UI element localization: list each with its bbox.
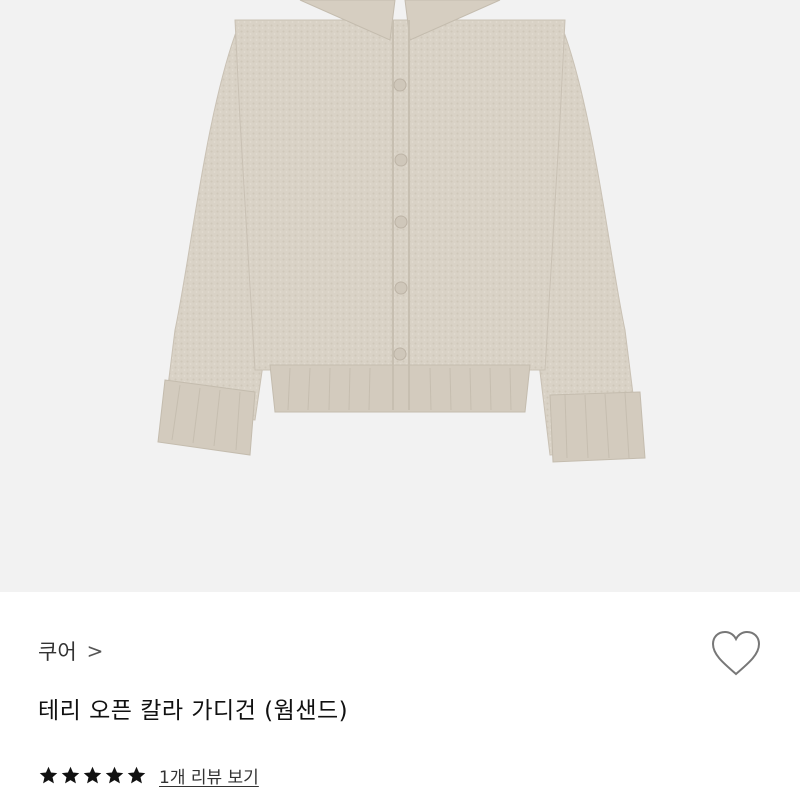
product-image[interactable] bbox=[0, 0, 800, 592]
rating: 1개 리뷰 보기 bbox=[38, 763, 259, 788]
star-icon bbox=[105, 766, 124, 784]
brand-name: 쿠어 bbox=[38, 640, 77, 664]
star-icon bbox=[61, 766, 80, 784]
review-link[interactable]: 1개 리뷰 보기 bbox=[159, 763, 259, 788]
product-title: 테리 오픈 칼라 가디건 (웜샌드) bbox=[38, 698, 349, 724]
wishlist-button[interactable] bbox=[708, 628, 764, 680]
star-icon bbox=[83, 766, 102, 784]
cardigan-image bbox=[157, 0, 646, 463]
star-rating bbox=[38, 765, 147, 786]
brand-link[interactable]: 쿠어 > bbox=[38, 636, 103, 666]
chevron-right-icon: > bbox=[86, 639, 104, 663]
heart-outline-icon bbox=[711, 630, 761, 676]
star-icon bbox=[39, 766, 58, 784]
star-icon bbox=[127, 766, 146, 784]
